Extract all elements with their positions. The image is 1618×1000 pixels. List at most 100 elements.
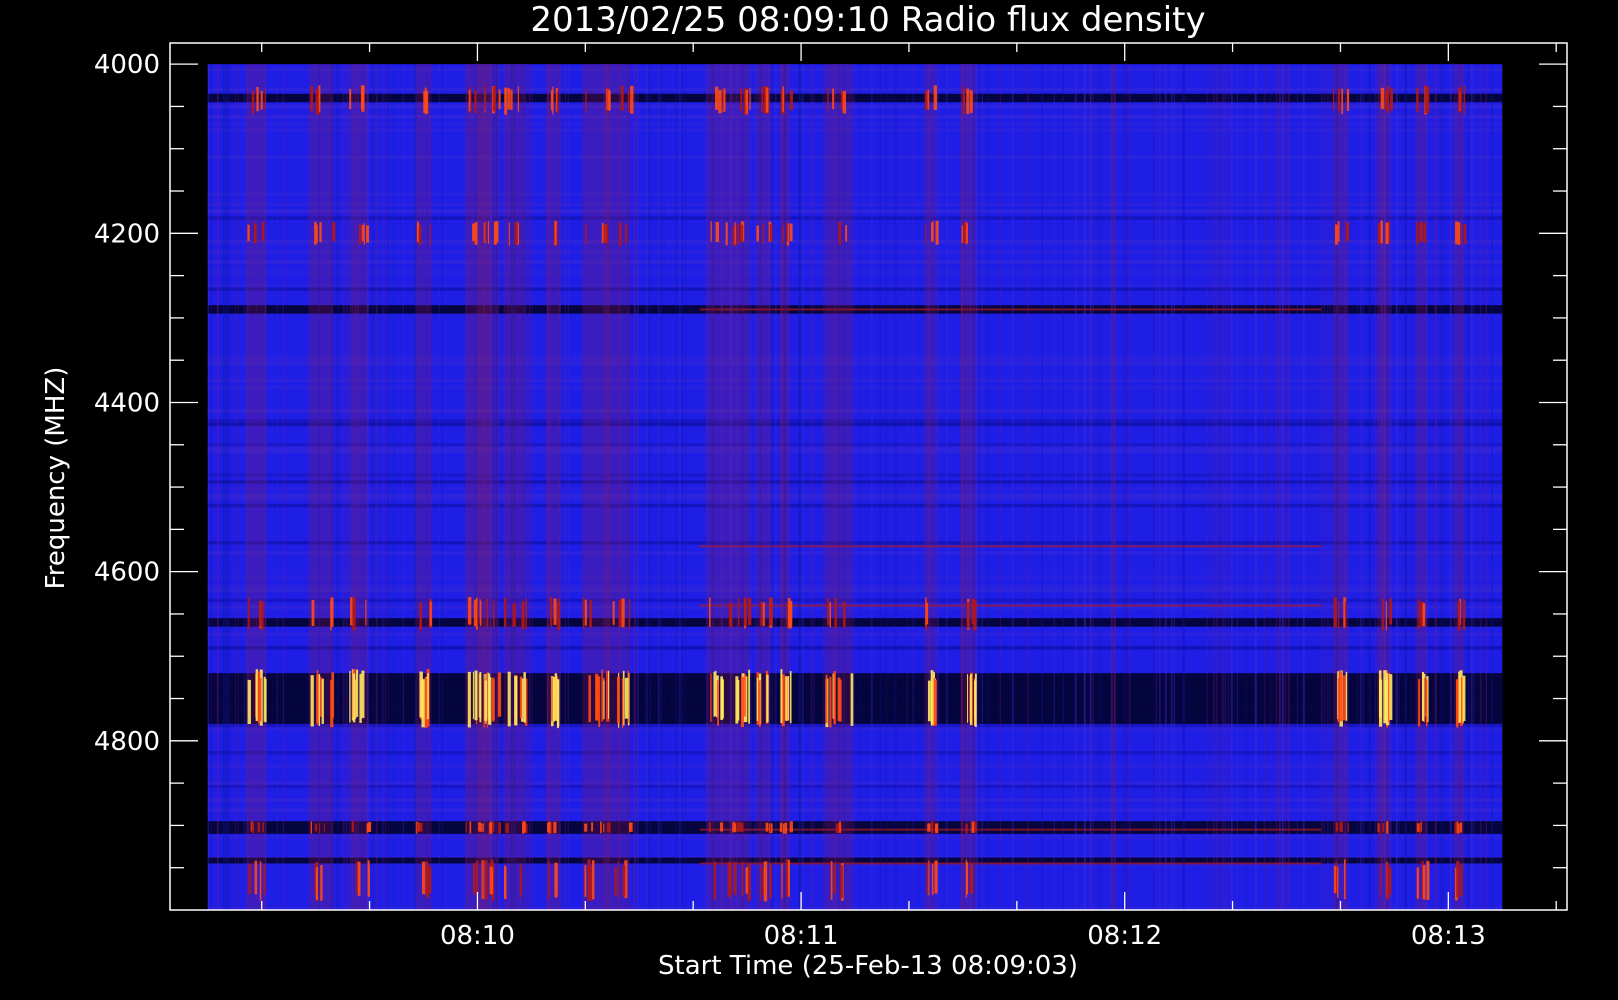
burst-mark <box>360 85 364 110</box>
burst-mark <box>472 223 476 242</box>
burst-mark <box>1338 601 1340 629</box>
burst-mark <box>766 674 769 723</box>
burst-mark <box>845 225 848 242</box>
burst-mark <box>715 221 720 242</box>
burst-mark <box>1337 221 1340 242</box>
burst-mark <box>484 680 488 721</box>
heatmap-row <box>207 287 1503 291</box>
burst-mark <box>608 90 611 111</box>
burst-mark <box>625 224 628 244</box>
heatmap-column <box>1326 64 1329 910</box>
burst-mark <box>419 823 423 832</box>
heatmap-row <box>207 781 1503 785</box>
burst-mark <box>720 678 723 718</box>
burst-mark <box>787 676 790 721</box>
burst-mark <box>1333 597 1337 628</box>
burst-mark <box>1455 221 1459 245</box>
burst-mark <box>713 671 715 717</box>
burst-mark <box>489 821 493 834</box>
burst-mark <box>1345 671 1348 721</box>
burst-mark <box>314 221 317 245</box>
heatmap-column <box>1410 64 1412 910</box>
burst-mark <box>1425 679 1428 727</box>
burst-mark <box>618 222 622 246</box>
heatmap-column <box>1215 64 1218 910</box>
burst-mark <box>521 865 523 895</box>
burst-mark <box>728 602 732 627</box>
burst-mark <box>548 861 550 900</box>
burst-mark <box>607 670 609 719</box>
heatmap-column <box>1359 64 1362 910</box>
burst-mark <box>256 86 259 112</box>
heatmap-row <box>207 361 1503 366</box>
heatmap-row <box>207 808 1503 812</box>
heatmap-row <box>207 487 1503 491</box>
burst-mark <box>827 598 830 625</box>
burst-mark <box>1427 86 1430 114</box>
burst-mark <box>934 823 939 834</box>
burst-mark <box>498 89 501 110</box>
heatmap-column <box>1221 64 1224 910</box>
burst-mark <box>365 225 370 243</box>
heatmap-row <box>207 598 1503 603</box>
burst-mark <box>495 221 499 243</box>
burst-mark <box>1389 88 1394 111</box>
heatmap-row <box>207 443 1503 447</box>
heatmap-row <box>207 104 1503 109</box>
heatmap-row <box>207 473 1503 477</box>
x-tick-label: 08:13 <box>1411 921 1486 951</box>
burst-column <box>756 64 771 910</box>
burst-mark <box>1458 823 1460 834</box>
heatmap-column <box>684 64 686 910</box>
x-tick-label: 08:11 <box>764 921 839 951</box>
burst-mark <box>612 601 615 625</box>
burst-mark <box>1341 88 1344 114</box>
heatmap-column <box>1062 64 1064 910</box>
burst-mark <box>429 224 431 246</box>
burst-mark <box>933 85 938 110</box>
burst-mark <box>749 87 751 111</box>
burst-mark <box>1418 222 1422 243</box>
burst-mark <box>359 224 362 245</box>
heatmap-column <box>636 64 639 910</box>
heatmap-row <box>207 378 1503 383</box>
burst-column <box>1376 64 1391 910</box>
burst-mark <box>349 89 352 110</box>
heatmap-column <box>1092 64 1094 910</box>
burst-mark <box>351 821 355 832</box>
heatmap-row <box>207 409 1503 413</box>
burst-mark <box>319 823 321 834</box>
burst-mark <box>931 670 934 725</box>
heatmap-row <box>207 784 1503 789</box>
burst-column <box>706 64 734 910</box>
burst-mark <box>850 673 854 726</box>
burst-mark <box>263 676 266 722</box>
heatmap-row <box>207 480 1503 484</box>
burst-mark <box>553 821 557 834</box>
heatmap-column <box>1122 64 1124 910</box>
heatmap-column <box>207 64 209 910</box>
burst-mark <box>782 225 785 244</box>
heatmap-row <box>207 727 1503 731</box>
heatmap-column <box>822 64 825 910</box>
burst-mark <box>498 822 502 834</box>
burst-mark <box>550 597 553 627</box>
burst-mark <box>1417 598 1419 630</box>
burst-mark <box>493 600 495 628</box>
burst-mark <box>927 89 930 110</box>
burst-mark <box>725 222 728 246</box>
burst-mark <box>477 603 479 626</box>
y-tick-label: 4800 <box>94 727 160 757</box>
burst-mark <box>1389 867 1392 895</box>
burst-column <box>245 64 267 910</box>
heatmap-column <box>558 64 561 910</box>
burst-mark <box>974 680 976 726</box>
burst-mark <box>749 866 751 901</box>
heatmap-column <box>1329 64 1331 910</box>
heatmap-row <box>207 493 1503 498</box>
heatmap-row <box>207 585 1503 589</box>
heatmap-column <box>1206 64 1208 910</box>
burst-mark <box>758 680 761 727</box>
burst-mark <box>1457 222 1461 245</box>
burst-mark <box>967 674 969 723</box>
